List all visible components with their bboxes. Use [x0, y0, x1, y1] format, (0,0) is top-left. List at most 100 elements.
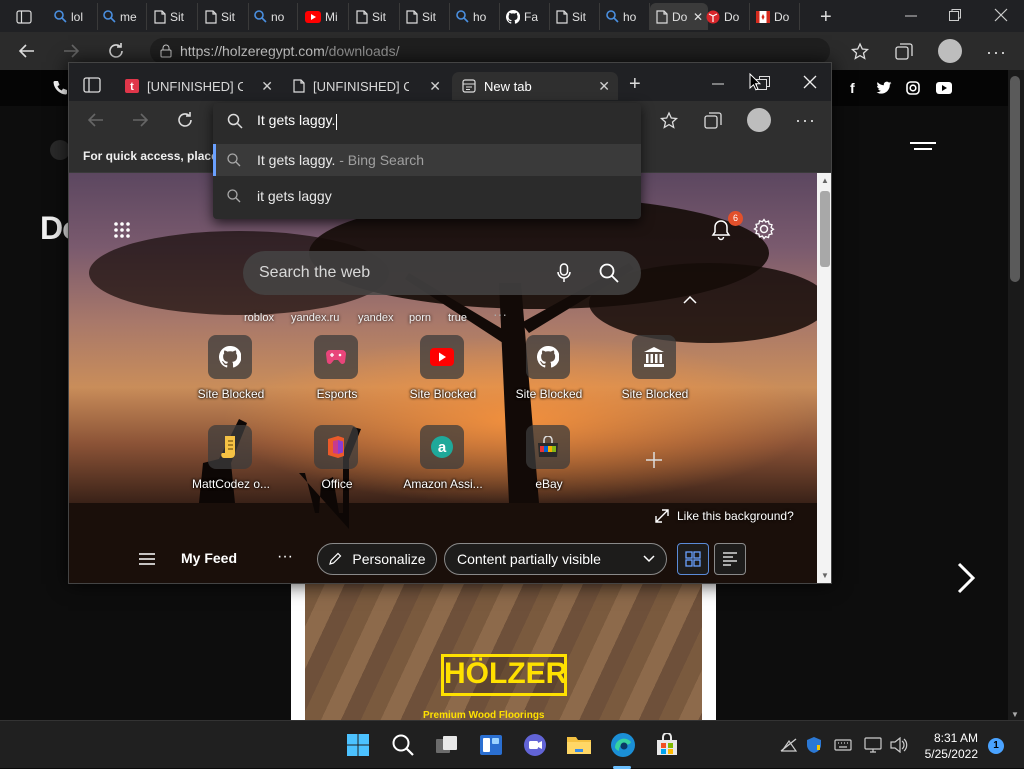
profile-avatar[interactable] [938, 39, 962, 63]
back-icon[interactable] [18, 42, 36, 60]
my-feed-label[interactable]: My Feed [181, 550, 237, 566]
inner-tab[interactable]: t [UNFINISHED] Cor ✕ [115, 72, 281, 100]
quick-link[interactable]: true [448, 312, 467, 324]
start-windows-icon[interactable] [344, 731, 372, 759]
volume-icon[interactable] [890, 737, 908, 753]
inner-profile-avatar[interactable] [747, 108, 771, 132]
collections-icon[interactable] [894, 42, 914, 62]
outer-tab[interactable]: me [97, 3, 147, 30]
close-tab-icon[interactable]: ✕ [598, 78, 610, 95]
widgets-icon[interactable] [477, 731, 505, 759]
quick-link[interactable]: yandex [358, 312, 393, 324]
outer-tab[interactable]: lol [48, 3, 98, 30]
teams-chat-icon[interactable] [521, 731, 549, 759]
inner-refresh-icon[interactable] [175, 110, 195, 130]
ntp-scroll-down-icon[interactable]: ▼ [821, 571, 829, 580]
top-site-tile[interactable]: Site Blocked [610, 335, 700, 413]
outer-tab[interactable]: Sit [550, 3, 600, 30]
outer-tab[interactable]: Sit [148, 3, 198, 30]
microsoft-store-icon[interactable] [653, 731, 681, 759]
new-tab-icon[interactable]: + [820, 6, 832, 29]
outer-tab[interactable]: Sit [199, 3, 249, 30]
outer-tab[interactable]: ho [600, 3, 650, 30]
close-window-icon[interactable] [994, 8, 1008, 22]
notifications-bell-icon[interactable] [711, 219, 731, 241]
close-tab-icon[interactable]: ✕ [429, 78, 441, 95]
favorites-icon[interactable] [850, 42, 870, 62]
edge-browser-icon[interactable] [609, 731, 637, 759]
quick-link[interactable]: porn [409, 312, 431, 324]
inner-tab[interactable]: [UNFINISHED] Cor ✕ [283, 72, 449, 100]
network-off-icon[interactable] [780, 737, 798, 753]
site-scrollbar-thumb[interactable] [1010, 76, 1020, 282]
microphone-icon[interactable] [557, 263, 571, 283]
inner-favorites-icon[interactable] [659, 111, 679, 131]
top-site-tile[interactable]: eBay [504, 425, 594, 503]
hamburger-menu-icon[interactable] [910, 142, 936, 154]
minimize-icon[interactable] [904, 8, 918, 22]
inner-close-window-icon[interactable] [803, 75, 817, 89]
top-site-tile[interactable]: Esports [292, 335, 382, 413]
tab-actions-icon[interactable] [83, 77, 101, 93]
security-shield-icon[interactable] [806, 736, 822, 754]
youtube-icon[interactable] [936, 82, 952, 94]
inner-more-icon[interactable]: ··· [795, 110, 816, 131]
omnibox-suggestion[interactable]: It gets laggy. - Bing Search [213, 144, 641, 176]
settings-more-icon[interactable]: ··· [986, 42, 1007, 63]
top-site-tile[interactable]: MattCodez o... [186, 425, 276, 503]
content-visibility-select[interactable]: Content partially visible [444, 543, 667, 575]
taskbar-search-icon[interactable] [389, 731, 417, 759]
outer-address-bar[interactable]: https://holzeregypt.com/downloads/ [150, 38, 830, 64]
omnibox-suggestion[interactable]: it gets laggy [213, 180, 641, 212]
carousel-next-icon[interactable] [956, 562, 976, 594]
twitter-icon[interactable] [876, 81, 892, 95]
top-site-tile[interactable]: Office [292, 425, 382, 503]
list-view-button[interactable] [714, 543, 746, 575]
top-site-tile[interactable]: Site Blocked [398, 335, 488, 413]
tab-actions-button[interactable] [10, 3, 46, 30]
product-card[interactable]: HÖLZER Premium Wood Floorings [291, 584, 716, 721]
web-search-box[interactable]: Search the web [243, 251, 641, 295]
collapse-chevron-up-icon[interactable] [683, 295, 697, 305]
inner-minimize-icon[interactable] [711, 77, 725, 91]
instagram-icon[interactable] [906, 81, 920, 95]
outer-tab[interactable]: Mi [299, 3, 349, 30]
search-submit-icon[interactable] [599, 263, 619, 283]
inner-collections-icon[interactable] [703, 111, 723, 131]
refresh-icon[interactable] [106, 41, 126, 61]
feed-more-icon[interactable]: ··· [277, 548, 293, 566]
display-icon[interactable] [864, 737, 882, 753]
outer-tab[interactable]: Sit [350, 3, 400, 30]
ntp-scrollbar-thumb[interactable] [820, 191, 830, 267]
inner-tab[interactable]: New tab ✕ [452, 72, 618, 100]
quick-link[interactable]: yandex.ru [291, 312, 339, 324]
grid-view-button[interactable] [677, 543, 709, 575]
feed-menu-icon[interactable] [139, 553, 155, 565]
inner-back-icon[interactable] [87, 111, 105, 129]
apps-launcher-icon[interactable] [113, 221, 131, 239]
system-clock[interactable]: 8:31 AM 5/25/2022 [918, 730, 978, 762]
top-site-tile[interactable]: Site Blocked [186, 335, 276, 413]
add-site-plus-icon[interactable] [645, 451, 663, 469]
notification-center-badge[interactable]: 1 [988, 738, 1004, 754]
quick-links-more-icon[interactable]: ··· [493, 306, 507, 322]
outer-tab[interactable]: Fa [500, 3, 550, 30]
outer-tab[interactable]: Sit [400, 3, 450, 30]
personalize-button[interactable]: Personalize [317, 543, 437, 575]
scroll-down-arrow-icon[interactable]: ▼ [1011, 710, 1019, 719]
close-tab-icon[interactable]: ✕ [261, 78, 273, 95]
phone-icon[interactable] [52, 80, 68, 96]
page-settings-gear-icon[interactable] [753, 218, 775, 240]
omnibox-input[interactable]: It gets laggy. [213, 103, 641, 139]
task-view-icon[interactable] [433, 731, 461, 759]
keyboard-icon[interactable] [834, 739, 852, 751]
inner-forward-icon[interactable] [131, 111, 149, 129]
like-background-link[interactable]: Like this background? [655, 509, 794, 523]
outer-tab[interactable]: Do [700, 3, 750, 30]
outer-tab[interactable]: no [248, 3, 298, 30]
ntp-scroll-up-icon[interactable]: ▲ [821, 176, 829, 185]
facebook-icon[interactable]: f [850, 80, 855, 96]
forward-icon[interactable] [62, 42, 80, 60]
quick-link[interactable]: roblox [244, 312, 274, 324]
restore-icon[interactable] [948, 8, 962, 22]
